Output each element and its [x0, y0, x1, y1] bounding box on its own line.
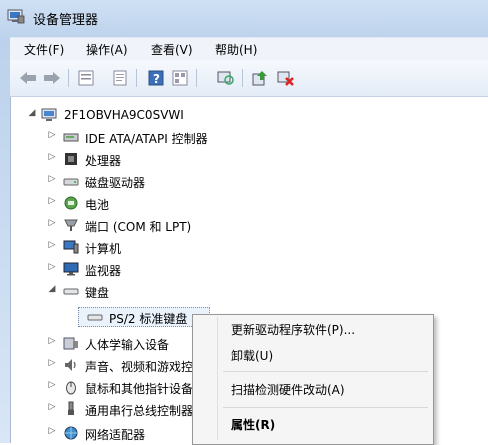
context-menu: 更新驱动程序软件(P)... 卸载(U) 扫描检测硬件改动(A) 属性(R)	[192, 314, 434, 445]
tree-node-label: 磁盘驱动器	[85, 176, 146, 190]
tree-node-label: 键盘	[85, 286, 110, 300]
tree-node-label: 监视器	[85, 264, 122, 278]
collapse-icon[interactable]: ◢	[47, 284, 57, 294]
tree-node[interactable]: ▷ 监视器	[11, 259, 488, 279]
background-area	[432, 314, 488, 443]
expand-icon[interactable]: ▷	[47, 130, 57, 140]
tree-node-label: 通用串行总线控制器	[85, 404, 193, 418]
scan-hardware-icon[interactable]	[216, 68, 236, 88]
network-adapter-icon	[63, 425, 79, 441]
expand-icon[interactable]: ▷	[47, 152, 57, 162]
computer-name: 2F1OBVHA9C0SVWI	[64, 108, 184, 122]
tree-node-label: 电池	[85, 198, 110, 212]
menu-item-properties[interactable]: 属性(R)	[231, 416, 275, 433]
back-icon[interactable]	[18, 68, 38, 88]
device-manager-window: 设备管理器 文件(F) 操作(A) 查看(V) 帮助(H) ? ◢ 2F1OBV…	[0, 0, 488, 445]
expand-icon[interactable]: ▷	[47, 174, 57, 184]
update-driver-icon[interactable]	[250, 68, 270, 88]
computer-icon	[41, 107, 57, 123]
tree-node[interactable]: ▷ 端口 (COM 和 LPT)	[11, 215, 488, 235]
toolbar-separator	[242, 69, 243, 87]
tree-root[interactable]: ◢ 2F1OBVHA9C0SVWI	[11, 105, 488, 125]
view-icon[interactable]	[170, 68, 190, 88]
help-icon[interactable]: ?	[146, 68, 166, 88]
expand-icon[interactable]: ▷	[47, 426, 57, 436]
keyboard-icon	[63, 283, 79, 299]
menu-item-update-driver[interactable]: 更新驱动程序软件(P)...	[231, 321, 355, 338]
computer-icon	[63, 239, 79, 255]
expand-icon[interactable]: ▷	[47, 336, 57, 346]
usb-icon	[63, 401, 79, 417]
menu-item-uninstall[interactable]: 卸载(U)	[231, 347, 273, 364]
sound-icon	[63, 357, 79, 373]
mouse-icon	[63, 379, 79, 395]
monitor-icon	[63, 261, 79, 277]
expand-icon[interactable]: ▷	[47, 358, 57, 368]
menu-separator	[223, 371, 428, 372]
ide-controller-icon	[63, 129, 79, 145]
menu-separator	[223, 407, 428, 408]
menu-file[interactable]: 文件(F)	[24, 41, 64, 58]
forward-icon[interactable]	[42, 68, 62, 88]
tree-node[interactable]: ▷ 电池	[11, 193, 488, 213]
tree-node-label: 鼠标和其他指针设备	[85, 382, 193, 396]
tree-node[interactable]: ▷ 处理器	[11, 149, 488, 169]
expand-icon[interactable]: ▷	[47, 240, 57, 250]
port-icon	[63, 217, 79, 233]
expand-icon[interactable]: ▷	[47, 262, 57, 272]
tree-node[interactable]: ▷ 计算机	[11, 237, 488, 257]
tree-node-label: 网络适配器	[85, 428, 146, 442]
tree-node-label: IDE ATA/ATAPI 控制器	[85, 132, 208, 146]
menu-gutter	[217, 317, 218, 440]
menu-help[interactable]: 帮助(H)	[215, 41, 257, 58]
menu-item-scan-hardware[interactable]: 扫描检测硬件改动(A)	[231, 381, 345, 398]
keyboard-icon	[87, 309, 103, 325]
tree-node-label: 人体学输入设备	[85, 338, 170, 352]
hid-icon	[63, 335, 79, 351]
toolbar: ?	[10, 60, 488, 97]
toolbar-separator	[136, 69, 137, 87]
disk-drive-icon	[63, 173, 79, 189]
collapse-icon[interactable]: ◢	[27, 108, 37, 118]
device-manager-icon	[7, 8, 25, 24]
toolbar-separator	[196, 69, 197, 87]
menu-action[interactable]: 操作(A)	[86, 41, 128, 58]
tree-node-label: 计算机	[85, 242, 122, 256]
battery-icon	[63, 195, 79, 211]
processor-icon	[63, 151, 79, 167]
tree-node-label: PS/2 标准键盘	[109, 312, 188, 326]
expand-icon[interactable]: ▷	[47, 218, 57, 228]
expand-icon[interactable]: ▷	[47, 402, 57, 412]
tree-node-label: 端口 (COM 和 LPT)	[85, 220, 192, 234]
tree-node-label: 处理器	[85, 154, 122, 168]
tree-node[interactable]: ▷ 磁盘驱动器	[11, 171, 488, 191]
tree-node[interactable]: ▷ IDE ATA/ATAPI 控制器	[11, 127, 488, 147]
menu-bar: 文件(F) 操作(A) 查看(V) 帮助(H)	[10, 37, 488, 60]
tree-node-label: 声音、视频和游戏控制器	[85, 360, 193, 374]
uninstall-icon[interactable]	[276, 68, 296, 88]
expand-icon[interactable]: ▷	[47, 196, 57, 206]
svg-text:?: ?	[153, 72, 160, 86]
properties-icon[interactable]	[110, 68, 130, 88]
title-bar: 设备管理器	[0, 0, 488, 34]
toolbar-separator	[68, 69, 69, 87]
expand-icon[interactable]: ▷	[47, 380, 57, 390]
window-title: 设备管理器	[33, 13, 99, 28]
menu-view[interactable]: 查看(V)	[151, 41, 193, 58]
properties-grid-icon[interactable]	[76, 68, 96, 88]
tree-node[interactable]: ◢ 键盘	[11, 281, 488, 301]
